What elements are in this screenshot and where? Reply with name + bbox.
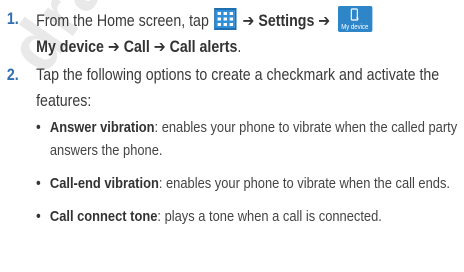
bullet: • <box>36 119 41 136</box>
step-2: 2. Tap the following options to create a… <box>0 62 464 228</box>
option-name: Call-end vibration <box>49 175 159 192</box>
step-1: 1. From the Home screen, tap ➔ Settings … <box>0 6 464 60</box>
step-2-text: Tap the following options to create a ch… <box>36 66 440 110</box>
bullet: • <box>36 208 41 225</box>
arrow-icon: ➔ <box>107 38 120 56</box>
step-1-intro: From the Home screen, tap <box>36 12 209 30</box>
list-item: • Answer vibration: enables your phone t… <box>36 116 464 162</box>
list-item: • Call-end vibration: enables your phone… <box>36 172 464 195</box>
step-number: 2. <box>6 66 19 84</box>
apps-grid-icon <box>214 8 237 30</box>
option-desc: : plays a tone when a call is connected. <box>157 208 382 225</box>
arrow-icon: ➔ <box>153 38 166 56</box>
bullet: • <box>36 175 41 192</box>
call-alerts-label: Call alerts <box>169 38 238 56</box>
list-item: • Call connect tone: plays a tone when a… <box>36 205 464 228</box>
instructions: 1. From the Home screen, tap ➔ Settings … <box>0 0 464 228</box>
option-name: Answer vibration <box>49 119 155 136</box>
period: . <box>237 38 242 56</box>
options-list: • Answer vibration : enables your phone t… <box>36 116 464 228</box>
option-desc: : enables your phone to vibrate when the… <box>158 175 450 192</box>
settings-label: Settings <box>258 12 315 30</box>
option-name: Call connect tone <box>49 208 158 225</box>
arrow-icon: ➔ <box>318 12 331 30</box>
my-device-label: My device <box>36 38 104 56</box>
my-device-icon-label: My device <box>341 24 369 31</box>
call-label: Call <box>123 38 150 56</box>
my-device-icon: My device <box>337 6 372 32</box>
step-number: 1. <box>6 10 19 28</box>
arrow-icon: ➔ <box>242 12 255 30</box>
